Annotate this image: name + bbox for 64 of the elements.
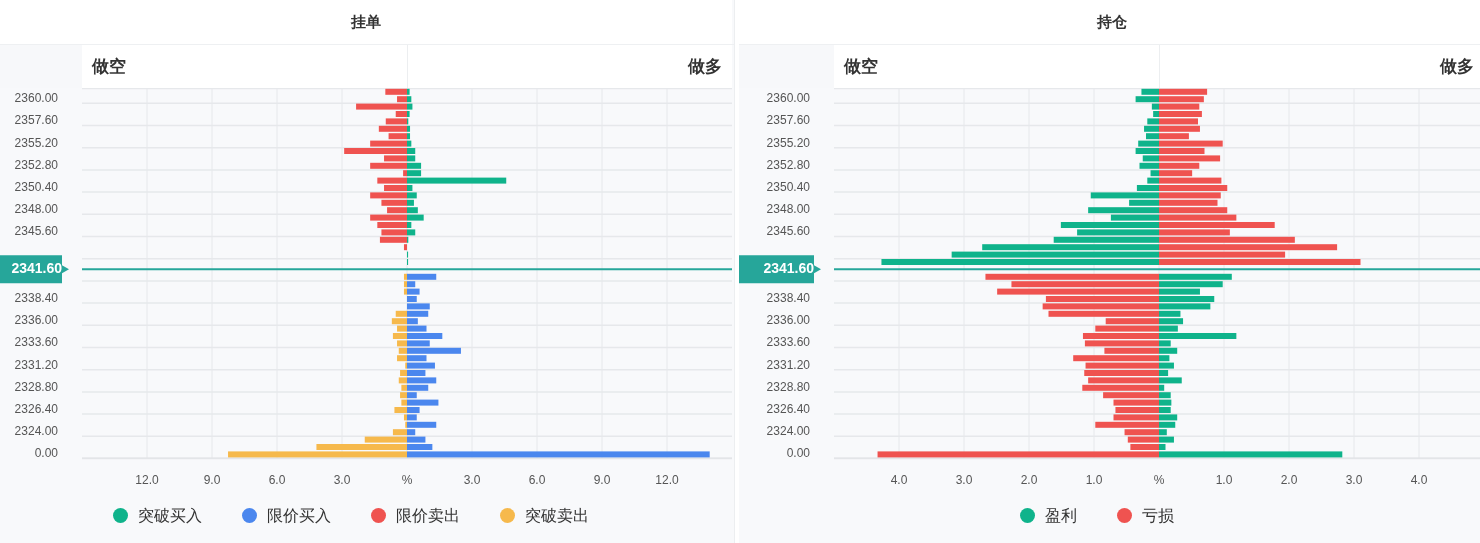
- axis-tick-label: 2345.60: [14, 224, 58, 239]
- axis-tick-label: 2348.00: [766, 202, 810, 217]
- y-tick-label: 2341.60: [763, 260, 815, 276]
- axis-tick-label: 3.0: [1345, 473, 1363, 488]
- long-side-label: 做多: [688, 55, 722, 78]
- axis-tick-label: 2360.00: [766, 91, 810, 106]
- axis-tick-label: 2336.00: [766, 313, 810, 328]
- axis-tick-label: 2326.40: [766, 402, 810, 417]
- y-tick-label: 2341.60: [11, 260, 63, 276]
- axis-tick-label: 2333.60: [14, 335, 58, 350]
- axis-tick-label: 2350.40: [766, 180, 810, 195]
- axis-tick-label: 3.0: [463, 473, 481, 488]
- axis-tick-label: 1.0: [1085, 473, 1103, 488]
- current-price-tag: 2341.60: [0, 255, 69, 284]
- axis-tick-label: 2352.80: [766, 157, 810, 172]
- axis-tick-label: 2345.60: [766, 224, 810, 239]
- axis-tick-label: 2357.60: [14, 113, 58, 128]
- axis-tick-label: 6.0: [268, 473, 286, 488]
- panel-title: 挂单: [351, 11, 381, 32]
- axis-tick-label: 2338.40: [14, 291, 58, 306]
- axis-tick-label: 2333.60: [766, 335, 810, 350]
- long-side-label: 做多: [1440, 55, 1474, 78]
- legend-label: 突破卖出: [525, 505, 589, 526]
- axis-tick-label: 2331.20: [766, 357, 810, 372]
- legend-label: 盈利: [1044, 505, 1077, 526]
- axis-tick-label: 2355.20: [14, 135, 58, 150]
- axis-tick-label: 4.0: [890, 473, 908, 488]
- axis-tick-label: 2350.40: [14, 180, 58, 195]
- legend-label: 限价卖出: [396, 505, 460, 526]
- axis-tick-label: 4.0: [1410, 473, 1428, 488]
- axis-tick-label: 2331.20: [14, 357, 58, 372]
- axis-tick-label: 2.0: [1020, 473, 1038, 488]
- axis-tick-label: 1.0: [1215, 473, 1233, 488]
- short-side-label: 做空: [92, 55, 126, 78]
- short-side-label: 做空: [844, 55, 878, 78]
- legend-label: 限价买入: [267, 505, 331, 526]
- axis-tick-label: 2360.00: [14, 91, 58, 106]
- axis-tick-label: 12.0: [135, 473, 159, 488]
- current-price-tag: 2341.60: [739, 255, 821, 284]
- legend-label: 突破买入: [138, 505, 202, 526]
- axis-tick-label: 2324.00: [766, 424, 810, 439]
- axis-tick-label: 2326.40: [14, 402, 58, 417]
- axis-tick-label: 2357.60: [766, 113, 810, 128]
- axis-tick-label: 12.0: [655, 473, 679, 488]
- axis-tick-label: 9.0: [593, 473, 611, 488]
- axis-tick-label: 2352.80: [14, 157, 58, 172]
- axis-tick-label: 2338.40: [766, 291, 810, 306]
- axis-tick-label: 0.00: [34, 446, 58, 461]
- axis-tick-label: 2348.00: [14, 202, 58, 217]
- axis-tick-label: 3.0: [333, 473, 351, 488]
- axis-tick-label: 6.0: [528, 473, 546, 488]
- axis-tick-label: 9.0: [203, 473, 221, 488]
- axis-tick-label: %: [401, 473, 413, 488]
- axis-tick-label: 2336.00: [14, 313, 58, 328]
- panel-title: 持仓: [1096, 11, 1127, 32]
- axis-tick-label: 2328.80: [14, 379, 58, 394]
- axis-tick-label: 2328.80: [766, 379, 810, 394]
- axis-tick-label: 3.0: [955, 473, 973, 488]
- legend-label: 亏损: [1141, 505, 1174, 526]
- axis-tick-label: 2324.00: [14, 424, 58, 439]
- axis-tick-label: %: [1153, 473, 1165, 488]
- axis-tick-label: 0.00: [786, 446, 810, 461]
- axis-tick-label: 2355.20: [766, 135, 810, 150]
- axis-tick-label: 2.0: [1280, 473, 1298, 488]
